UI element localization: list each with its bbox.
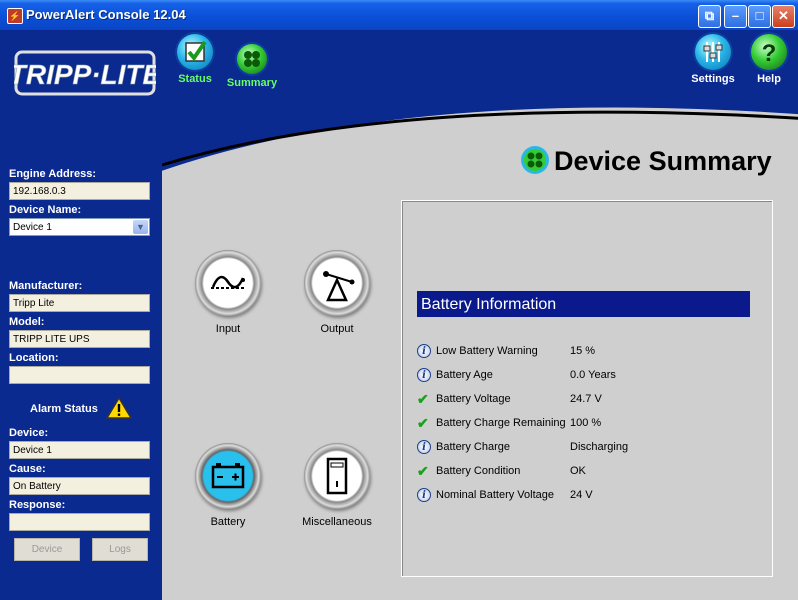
misc-label: Miscellaneous <box>302 516 372 528</box>
output-tower-icon <box>323 271 355 302</box>
alarm-status-label: Alarm Status <box>30 403 98 415</box>
close-button[interactable]: ✕ <box>772 5 795 28</box>
row-value: 100 % <box>570 417 602 429</box>
battery-device-button[interactable]: Battery <box>188 437 269 528</box>
row-label: Battery Charge <box>436 441 510 453</box>
battery-dial <box>195 437 269 509</box>
status-nav-label: Status <box>178 73 212 85</box>
row-value: 24.7 V <box>570 393 602 405</box>
summary-icon <box>237 44 267 74</box>
info-icon[interactable]: i <box>417 368 431 382</box>
tripp-lite-logo: TRIPP·LITE <box>14 50 156 96</box>
output-device-button[interactable]: Output <box>297 244 378 335</box>
device-name-label: Device Name: <box>9 204 82 216</box>
window-title: PowerAlert Console 12.04 <box>26 7 186 22</box>
row-value: 24 V <box>570 489 593 501</box>
svg-text:?: ? <box>762 40 777 67</box>
warning-icon <box>106 396 132 419</box>
row-label: Nominal Battery Voltage <box>436 489 555 501</box>
manufacturer-label: Manufacturer: <box>9 280 83 292</box>
check-icon: ✔ <box>417 391 429 407</box>
row-label: Low Battery Warning <box>436 345 538 357</box>
settings-nav-label: Settings <box>691 73 735 85</box>
info-icon[interactable]: i <box>417 488 431 502</box>
restore-button[interactable]: ⧉ <box>698 5 721 28</box>
battery-info-row: i Battery Age 0.0 Years <box>417 364 757 388</box>
logs-button[interactable]: Logs <box>92 538 148 561</box>
input-device-button[interactable]: Input <box>188 244 269 335</box>
page-title: Device Summary <box>554 146 772 176</box>
close-icon: ✕ <box>778 8 789 23</box>
location-label: Location: <box>9 352 59 364</box>
engine-address-label: Engine Address: <box>9 168 96 180</box>
battery-info-header: Battery Information <box>417 291 750 317</box>
check-icon: ✔ <box>417 463 429 479</box>
title-bar: ⚡ PowerAlert Console 12.04 ⧉ – □ ✕ <box>0 0 798 30</box>
manufacturer-field: Tripp Lite <box>9 294 150 312</box>
battery-info-row: ✔ Battery Voltage 24.7 V <box>417 388 757 412</box>
row-value: OK <box>570 465 586 477</box>
engine-address-field[interactable]: 192.168.0.3 <box>9 182 150 200</box>
settings-nav-button[interactable]: Settings <box>688 34 738 85</box>
battery-info-row: i Battery Charge Discharging <box>417 436 757 460</box>
alarm-cause-field: On Battery <box>9 477 150 495</box>
misc-device-button[interactable]: Miscellaneous <box>297 437 378 528</box>
minimize-icon: – <box>731 8 740 23</box>
input-sine-icon <box>211 275 245 289</box>
check-icon: ✔ <box>417 415 429 431</box>
device-name-value: Device 1 <box>13 222 52 233</box>
info-icon[interactable]: i <box>417 440 431 454</box>
alarm-device-label: Device: <box>9 427 49 439</box>
device-name-select[interactable]: Device 1 ▼ <box>9 218 150 236</box>
alarm-cause-label: Cause: <box>9 463 46 475</box>
restore-icon: ⧉ <box>704 8 715 23</box>
device-button[interactable]: Device <box>14 538 80 561</box>
row-label: Battery Condition <box>436 465 521 477</box>
location-field <box>9 366 150 384</box>
battery-info-row: i Low Battery Warning 15 % <box>417 340 757 364</box>
maximize-button[interactable]: □ <box>748 5 771 28</box>
app-icon: ⚡ <box>7 8 23 24</box>
device-summary-icon <box>520 145 550 175</box>
ups-unit-icon <box>326 457 348 495</box>
row-label: Battery Voltage <box>436 393 511 405</box>
help-nav-button[interactable]: ? Help <box>748 34 790 85</box>
help-nav-label: Help <box>757 73 781 85</box>
battery-icon <box>211 463 245 489</box>
info-icon[interactable]: i <box>417 344 431 358</box>
row-label: Battery Charge Remaining <box>436 417 566 429</box>
battery-info-row: ✔ Battery Condition OK <box>417 460 757 484</box>
status-check-icon <box>177 34 213 70</box>
row-value: Discharging <box>570 441 629 453</box>
model-label: Model: <box>9 316 45 328</box>
battery-info-row: ✔ Battery Charge Remaining 100 % <box>417 412 757 436</box>
help-question-icon: ? <box>751 34 787 70</box>
summary-nav-label: Summary <box>226 77 278 89</box>
row-value: 15 % <box>570 345 596 357</box>
settings-sliders-icon <box>695 34 731 70</box>
status-nav-button[interactable]: Status <box>172 34 218 85</box>
alarm-response-field <box>9 513 150 531</box>
maximize-icon: □ <box>755 8 764 23</box>
battery-info-row: i Nominal Battery Voltage 24 V <box>417 484 757 508</box>
chevron-down-icon[interactable]: ▼ <box>133 220 148 234</box>
input-dial <box>195 244 269 316</box>
model-field: TRIPP LITE UPS <box>9 330 150 348</box>
summary-nav-button[interactable]: Summary <box>222 34 282 89</box>
row-value: 0.0 Years <box>570 369 616 381</box>
svg-text:TRIPP·LITE: TRIPP·LITE <box>14 59 156 90</box>
alarm-response-label: Response: <box>9 499 66 511</box>
misc-dial <box>304 437 378 509</box>
battery-label: Battery <box>210 516 246 528</box>
output-dial <box>304 244 378 316</box>
minimize-button[interactable]: – <box>724 5 747 28</box>
row-label: Battery Age <box>436 369 493 381</box>
alarm-device-field: Device 1 <box>9 441 150 459</box>
input-label: Input <box>215 323 241 335</box>
output-label: Output <box>320 323 354 335</box>
